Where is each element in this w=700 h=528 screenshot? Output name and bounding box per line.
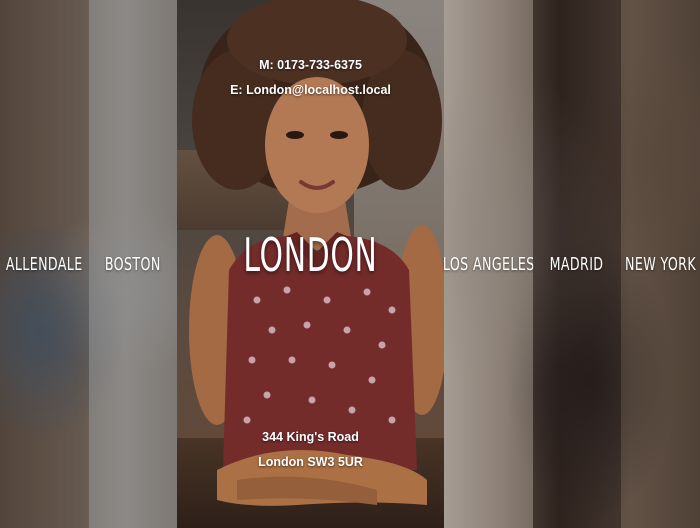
location-selector: ALLENDALE BOSTON M: 0173-733-6375 E: Lon… (0, 0, 700, 528)
location-panel-madrid[interactable]: MADRID (533, 0, 621, 528)
location-panel-allendale[interactable]: ALLENDALE (0, 0, 89, 528)
city-label-boston: BOSTON (105, 253, 161, 275)
active-city-title: LONDON (243, 228, 378, 282)
address-line-1: 344 King's Road (262, 430, 359, 444)
phone-number[interactable]: M: 0173-733-6375 (177, 58, 444, 72)
location-panel-new-york[interactable]: NEW YORK (621, 0, 700, 528)
location-panel-london-active[interactable]: M: 0173-733-6375 E: London@localhost.loc… (177, 0, 444, 528)
location-panel-boston[interactable]: BOSTON (89, 0, 177, 528)
city-label-new-york: NEW YORK (625, 253, 697, 275)
email-address[interactable]: E: London@localhost.local (177, 83, 444, 97)
location-panel-los-angeles[interactable]: LOS ANGELES (442, 0, 535, 528)
city-label-madrid: MADRID (550, 253, 604, 275)
city-label-los-angeles: LOS ANGELES (442, 253, 535, 275)
city-label-allendale: ALLENDALE (6, 253, 83, 275)
address-line-2: London SW3 5UR (258, 455, 363, 469)
location-details: M: 0173-733-6375 E: London@localhost.loc… (177, 0, 444, 528)
